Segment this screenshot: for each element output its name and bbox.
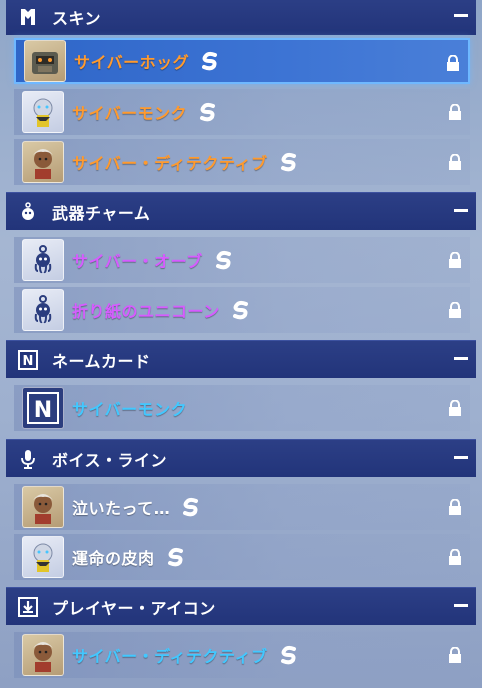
- s-icon: [202, 51, 218, 71]
- section-header-weapon-charms[interactable]: 武器チャーム: [6, 192, 476, 230]
- svg-text:N: N: [34, 398, 52, 423]
- item-label: サイバー・ディテクティブ: [72, 154, 268, 173]
- charm-icon: [17, 201, 39, 223]
- s-icon: [200, 102, 216, 122]
- lock-icon: [449, 647, 461, 663]
- detective-avatar: [22, 486, 64, 528]
- lock-icon: [447, 55, 459, 71]
- lock-icon: [449, 549, 461, 565]
- section-title: ネームカード: [52, 351, 151, 371]
- list-item-namecard-cyber-monk[interactable]: N サイバーモンク: [14, 385, 470, 431]
- section-header-name-cards[interactable]: N ネームカード: [6, 340, 476, 378]
- microphone-icon: [17, 448, 39, 470]
- list-item-skin-cyber-hog[interactable]: サイバーホッグ: [14, 38, 470, 84]
- list-item-player-icon-cyber-detective[interactable]: サイバー・ディテクティブ: [14, 632, 470, 678]
- collapse-icon[interactable]: [454, 456, 468, 459]
- namecard-n-icon: N: [22, 387, 64, 429]
- unlock-list-panel: スキン サイバーホッグ サイバーモンク サイバー・ディテクティブ 武器チャーム: [0, 0, 482, 688]
- lock-icon: [449, 499, 461, 515]
- collapse-icon[interactable]: [454, 604, 468, 607]
- octopus-charm-icon: [22, 289, 64, 331]
- item-label: 泣いたって…: [72, 499, 171, 518]
- list-item-voice-irony[interactable]: 運命の皮肉: [14, 534, 470, 580]
- item-label: サイバーモンク: [72, 104, 188, 123]
- skin-icon: [17, 6, 39, 28]
- octopus-charm-icon: [22, 239, 64, 281]
- section-header-skins[interactable]: スキン: [6, 0, 476, 35]
- s-icon: [167, 547, 183, 567]
- list-item-charm-origami-unicorn[interactable]: 折り紙のユニコーン: [14, 287, 470, 333]
- item-label: サイバーホッグ: [74, 53, 190, 72]
- item-label: 折り紙のユニコーン: [72, 302, 220, 321]
- s-icon: [280, 645, 296, 665]
- lock-icon: [449, 302, 461, 318]
- item-label: 運命の皮肉: [72, 549, 155, 568]
- hog-avatar: [24, 40, 66, 82]
- list-item-skin-cyber-monk[interactable]: サイバーモンク: [14, 89, 470, 135]
- list-item-skin-cyber-detective[interactable]: サイバー・ディテクティブ: [14, 139, 470, 185]
- s-icon: [215, 250, 231, 270]
- collapse-icon[interactable]: [454, 209, 468, 212]
- list-item-charm-cyber-orb[interactable]: サイバー・オーブ: [14, 237, 470, 283]
- lock-icon: [449, 400, 461, 416]
- section-header-voice-lines[interactable]: ボイス・ライン: [6, 439, 476, 477]
- item-label: サイバーモンク: [72, 400, 188, 419]
- s-icon: [183, 497, 199, 517]
- svg-text:N: N: [23, 354, 34, 369]
- section-header-player-icons[interactable]: プレイヤー・アイコン: [6, 587, 476, 625]
- lock-icon: [449, 154, 461, 170]
- collapse-icon[interactable]: [454, 357, 468, 360]
- detective-avatar: [22, 634, 64, 676]
- s-icon: [280, 152, 296, 172]
- list-item-voice-crying[interactable]: 泣いたって…: [14, 484, 470, 530]
- item-label: サイバー・ディテクティブ: [72, 647, 268, 666]
- monk-avatar: [22, 536, 64, 578]
- player-icon-icon: [17, 596, 39, 618]
- s-icon: [232, 300, 248, 320]
- detective-avatar: [22, 141, 64, 183]
- section-title: 武器チャーム: [52, 203, 151, 223]
- lock-icon: [449, 252, 461, 268]
- lock-icon: [449, 104, 461, 120]
- namecard-icon: N: [17, 349, 39, 371]
- section-title: プレイヤー・アイコン: [52, 598, 216, 618]
- collapse-icon[interactable]: [454, 14, 468, 17]
- section-title: ボイス・ライン: [52, 450, 168, 470]
- item-label: サイバー・オーブ: [72, 252, 203, 271]
- section-title: スキン: [52, 8, 102, 28]
- monk-avatar: [22, 91, 64, 133]
